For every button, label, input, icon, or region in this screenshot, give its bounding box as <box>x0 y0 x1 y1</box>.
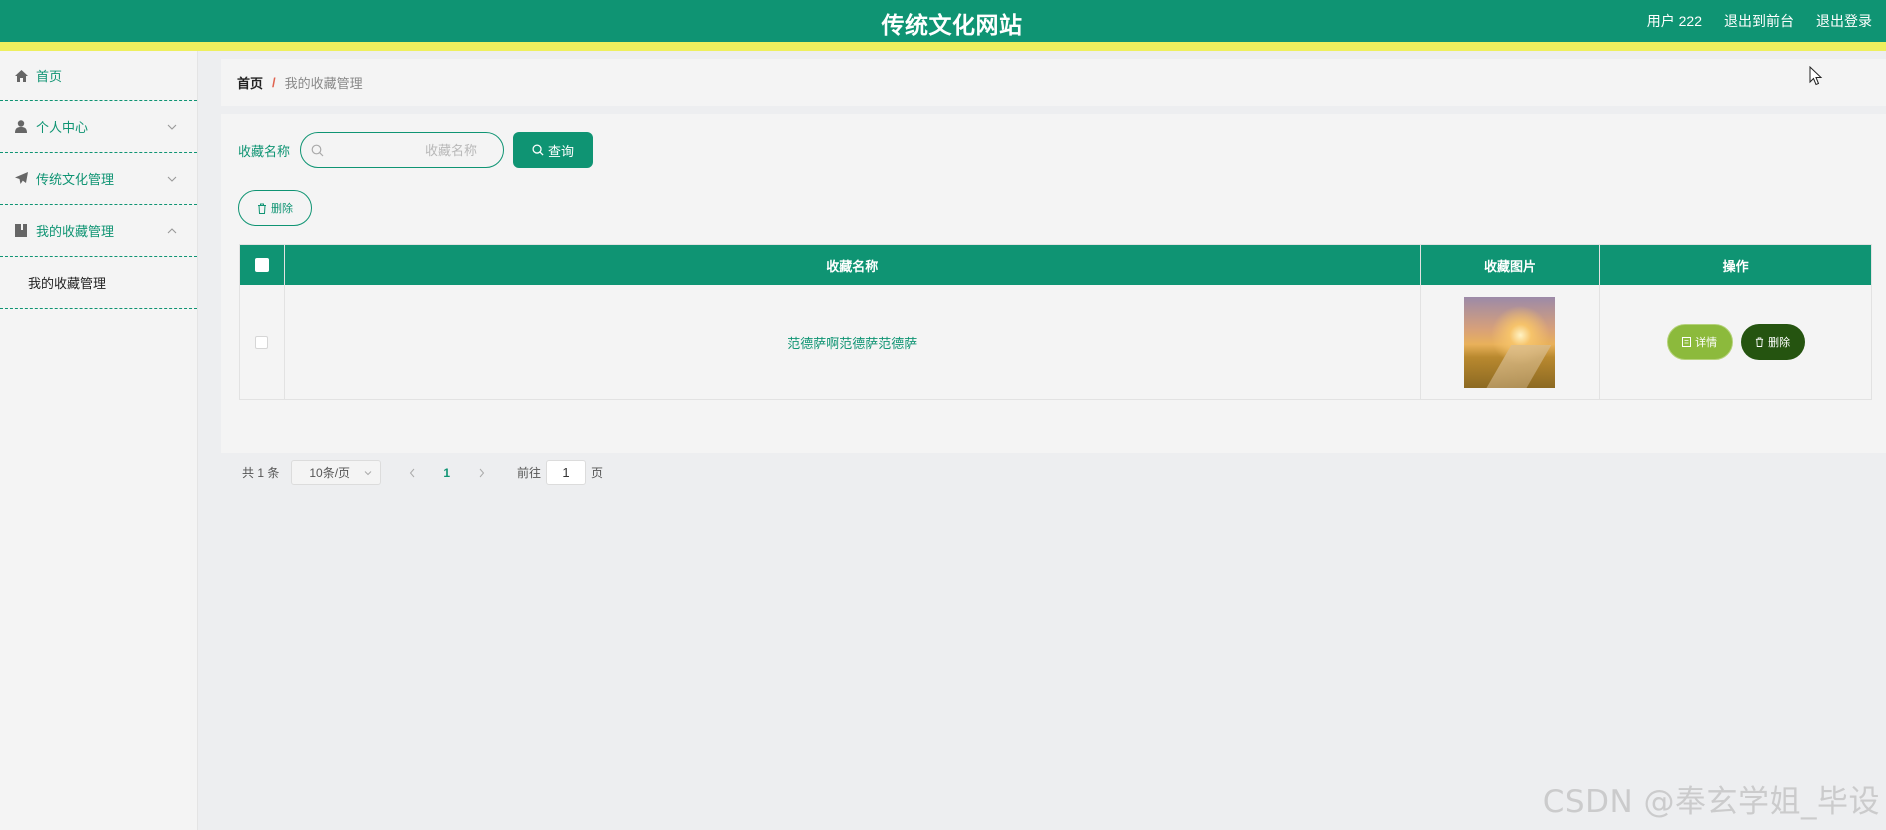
bulk-delete-button[interactable]: 删除 <box>238 190 312 226</box>
breadcrumb-home[interactable]: 首页 <box>237 73 263 92</box>
search-label: 收藏名称 <box>238 143 291 159</box>
goto-page-input[interactable]: 1 <box>546 460 587 485</box>
chevron-up-icon <box>167 227 177 233</box>
row-name: 范德萨啊范德萨范德萨 <box>285 285 1421 399</box>
mouse-cursor-icon <box>1809 66 1823 86</box>
query-button-label: 查询 <box>548 143 575 159</box>
sidebar-item-personal-center[interactable]: 个人中心 <box>0 101 197 153</box>
table-header: 收藏名称 收藏图片 操作 <box>240 245 1871 285</box>
breadcrumb-separator: / <box>272 75 276 90</box>
main-content: 首页 / 我的收藏管理 收藏名称 查询 删除 收藏名称 收藏图片 操作 <box>199 51 1886 830</box>
book-icon <box>14 224 28 238</box>
header-image: 收藏图片 <box>1421 245 1601 285</box>
document-icon <box>1682 337 1692 347</box>
goto-label: 前往 <box>517 466 542 480</box>
home-icon <box>14 69 28 83</box>
breadcrumb-current: 我的收藏管理 <box>284 76 363 91</box>
chevron-left-icon <box>409 468 415 477</box>
chevron-down-icon <box>167 124 177 130</box>
paper-plane-icon <box>14 172 28 186</box>
detail-button-label: 详情 <box>1695 337 1718 349</box>
search-input[interactable] <box>301 133 504 167</box>
row-image-cell <box>1421 285 1601 399</box>
favorites-table: 收藏名称 收藏图片 操作 范德萨啊范德萨范德萨 详情 删除 <box>239 244 1872 400</box>
row-delete-label: 删除 <box>1768 337 1791 349</box>
query-button[interactable]: 查询 <box>513 132 594 168</box>
page-suffix: 页 <box>591 466 604 480</box>
bulk-delete-label: 删除 <box>271 203 293 215</box>
chevron-right-icon <box>479 468 484 477</box>
chevron-down-icon <box>364 471 372 476</box>
header-accent-stripe <box>0 42 1886 51</box>
header-actions: 操作 <box>1722 258 1749 274</box>
header-name: 收藏名称 <box>285 245 1421 285</box>
site-title: 传统文化网站 <box>881 12 1023 38</box>
pagination-total: 共 1 条 <box>242 466 280 480</box>
watermark: CSDN @奉玄学姐_毕设 <box>1542 784 1880 820</box>
row-actions: 详情 删除 <box>1600 285 1871 399</box>
detail-button[interactable]: 详情 <box>1666 324 1733 360</box>
table-row: 范德萨啊范德萨范德萨 详情 删除 <box>240 285 1871 399</box>
top-header: 传统文化网站 用户 222 退出到前台 退出登录 <box>0 0 1886 51</box>
exit-to-frontend-link[interactable]: 退出到前台 <box>1724 11 1794 31</box>
select-all-checkbox[interactable] <box>254 258 269 272</box>
page-size-value: 10条/页 <box>309 466 351 480</box>
page-number[interactable]: 1 <box>443 466 450 480</box>
sidebar-item-label: 个人中心 <box>36 120 89 135</box>
search-box <box>300 132 505 168</box>
search-icon <box>532 144 544 156</box>
user-icon <box>14 120 28 134</box>
sidebar-item-label: 首页 <box>36 69 63 84</box>
sidebar-subitem-my-favorites[interactable]: 我的收藏管理 <box>0 257 197 309</box>
logout-link[interactable]: 退出登录 <box>1816 11 1872 31</box>
sidebar-item-label: 传统文化管理 <box>36 172 115 187</box>
next-page-button[interactable] <box>474 468 488 478</box>
page-size-select[interactable]: 10条/页 <box>291 460 382 485</box>
trash-icon <box>1756 337 1764 347</box>
sidebar-item-culture-management[interactable]: 传统文化管理 <box>0 153 197 205</box>
prev-page-button[interactable] <box>405 468 419 478</box>
sidebar: 首页 个人中心 传统文化管理 我的收藏管理 我的收藏管理 <box>0 51 198 830</box>
pagination: 共 1 条 10条/页 1 前往 1 页 <box>242 460 603 485</box>
user-link[interactable]: 用户 222 <box>1647 11 1702 31</box>
breadcrumb: 首页 / 我的收藏管理 <box>221 59 1886 106</box>
chevron-down-icon <box>167 176 177 182</box>
header-select-all[interactable] <box>240 245 285 285</box>
sidebar-item-label: 我的收藏管理 <box>36 224 115 239</box>
row-select-cell <box>240 285 285 399</box>
header-links: 用户 222 退出到前台 退出登录 <box>1647 11 1872 31</box>
search-icon <box>311 144 324 157</box>
sidebar-item-home[interactable]: 首页 <box>0 51 197 101</box>
row-checkbox[interactable] <box>255 335 269 349</box>
sidebar-item-my-favorites[interactable]: 我的收藏管理 <box>0 205 197 257</box>
trash-icon <box>258 203 266 214</box>
favorite-thumbnail[interactable] <box>1464 296 1556 388</box>
content-panel: 收藏名称 查询 删除 收藏名称 收藏图片 操作 范德萨啊范德萨 <box>221 114 1886 485</box>
row-delete-button[interactable]: 删除 <box>1740 324 1805 360</box>
search-row: 收藏名称 查询 <box>238 132 594 168</box>
